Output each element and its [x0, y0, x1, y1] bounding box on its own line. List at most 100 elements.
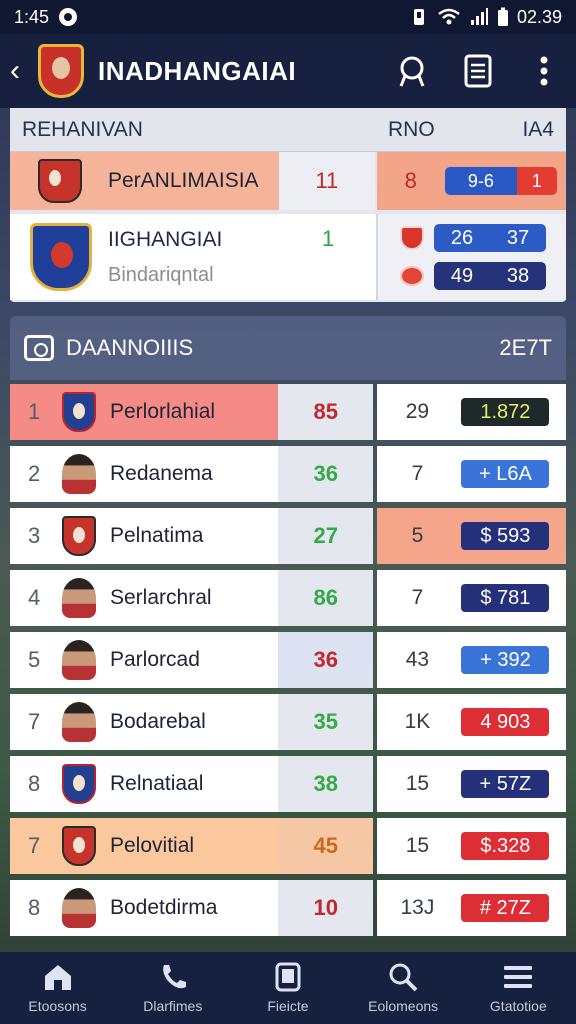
column-header-ia4: IA4 — [522, 117, 554, 141]
player-name: Perlorlahial — [110, 400, 216, 423]
stat-value: 7 — [411, 586, 424, 609]
table-row[interactable]: IIGHANGIAI Bindariqntal 1 26 37 49 38 — [10, 214, 566, 300]
column-header-team: REHANIVAN — [22, 117, 143, 141]
nav-label: Etoosons — [28, 998, 87, 1014]
app-header: ‹ INADHANGAIAI — [0, 34, 576, 108]
player-cell: 8 Relnatiaal — [10, 756, 279, 812]
table-row[interactable]: 3 Pelnatima 27 5 $ 593 — [10, 508, 566, 564]
team-crest-icon — [62, 826, 96, 866]
player-avatar — [62, 702, 96, 742]
stat-value: 1K — [404, 710, 431, 733]
nav-label: Dlarfimes — [143, 998, 203, 1014]
points-cell: 38 — [278, 756, 374, 812]
stat-cell: 8 9-6 1 — [376, 152, 566, 210]
team-crest-icon — [62, 764, 96, 804]
stat-value: 13J — [400, 896, 435, 919]
player-cell: 2 Redanema — [10, 446, 279, 502]
table-row[interactable]: 7 Pelovitial 45 15 $.328 — [10, 818, 566, 874]
team-cell: PerANLIMAISIA — [10, 152, 280, 210]
search-icon — [389, 963, 418, 992]
score-pill-left: 9-6 — [444, 167, 517, 195]
rank-number: 8 — [28, 771, 41, 796]
player-name: Bodarebal — [110, 710, 206, 733]
score-pill: 26 37 — [434, 224, 546, 252]
document-button[interactable] — [456, 49, 500, 93]
stat-cell: 15 + 57Z — [377, 756, 566, 812]
table-row[interactable]: 8 Relnatiaal 38 15 + 57Z — [10, 756, 566, 812]
rank-number: 2 — [28, 461, 41, 486]
bottom-nav: Etoosons Dlarfimes Fieicte Eolomeons Gta… — [0, 952, 576, 1024]
mini-crest-icon — [400, 226, 424, 250]
table-row[interactable]: 1 Perlorlahial 85 29 1.872 — [10, 384, 566, 440]
player-name: Redanema — [110, 462, 213, 485]
points-cell: 27 — [278, 508, 374, 564]
stat-cell: 43 + 392 — [377, 632, 566, 688]
player-cell: 5 Parlorcad — [10, 632, 279, 688]
stat-value: 8 — [404, 168, 417, 193]
nav-item-device[interactable]: Fieicte — [238, 962, 338, 1014]
points-cell: 36 — [278, 632, 374, 688]
tablet-icon — [275, 962, 301, 992]
player-avatar — [62, 454, 96, 494]
rank-number: 7 — [28, 709, 41, 734]
leaders-right-label: 2E7T — [499, 335, 552, 360]
value-tag: 1.872 — [461, 398, 550, 426]
table-row[interactable]: 7 Bodarebal 35 1K 4 903 — [10, 694, 566, 750]
score-row: 26 37 — [400, 224, 566, 252]
table-row[interactable]: 2 Redanema 36 7 + L6A — [10, 446, 566, 502]
status-bar: 1:45 02.39 — [0, 0, 576, 34]
player-cell: 7 Bodarebal — [10, 694, 279, 750]
status-clock-right: 02.39 — [516, 6, 562, 27]
value-tag: $ 593 — [461, 522, 550, 550]
nav-item-menu[interactable]: Gtatotioe — [468, 962, 568, 1014]
stat-cell: 1K 4 903 — [377, 694, 566, 750]
score-b: 37 — [506, 226, 530, 249]
stat-cell: 7 + L6A — [377, 446, 566, 502]
table-row[interactable]: 4 Serlarchral 86 7 $ 781 — [10, 570, 566, 626]
award-button[interactable] — [390, 49, 434, 93]
leaders-header: DAANNOIIIS 2E7T — [10, 316, 566, 380]
player-cell: 1 Perlorlahial — [10, 384, 279, 440]
score-b: 38 — [506, 264, 530, 287]
score-cell: 26 37 49 38 — [376, 214, 566, 300]
value-tag: + L6A — [461, 460, 550, 488]
team-crest-icon — [38, 159, 82, 203]
points-cell: 85 — [278, 384, 374, 440]
table-row[interactable]: 5 Parlorcad 36 43 + 392 — [10, 632, 566, 688]
player-name: Pelnatima — [110, 524, 204, 547]
stat-cell: 13J # 27Z — [377, 880, 566, 936]
team-number: 1 — [322, 226, 335, 251]
more-button[interactable] — [522, 49, 566, 93]
score-pill: 49 38 — [434, 262, 546, 290]
team-subtitle: Bindariqntal — [108, 263, 214, 286]
value-tag: $.328 — [461, 832, 550, 860]
battery-icon — [497, 7, 508, 26]
player-cell: 4 Serlarchral — [10, 570, 279, 626]
stat-value: 29 — [405, 400, 430, 423]
team-name: PerANLIMAISIA — [108, 169, 259, 192]
stat-value: 43 — [405, 648, 430, 671]
nav-item-calls[interactable]: Dlarfimes — [123, 962, 223, 1014]
team-name: IIGHANGIAI — [108, 227, 223, 251]
score-pill: 9-6 1 — [444, 167, 557, 195]
wifi-icon — [438, 8, 460, 25]
nav-item-search[interactable]: Eolomeons — [353, 962, 453, 1014]
stat-value: 15 — [405, 834, 430, 857]
stat-cell: 15 $.328 — [377, 818, 566, 874]
team-crest-icon — [62, 392, 96, 432]
table-row[interactable]: 8 Bodetdirma 10 13J # 27Z — [10, 880, 566, 936]
back-arrow-icon[interactable]: ‹ — [10, 56, 32, 86]
nav-label: Gtatotioe — [489, 998, 547, 1014]
phone-icon — [162, 965, 186, 989]
rank-number: 1 — [28, 399, 41, 424]
table-row[interactable]: PerANLIMAISIA 11 8 9-6 1 — [10, 152, 566, 210]
camera-icon[interactable] — [24, 335, 54, 361]
nav-item-home[interactable]: Etoosons — [8, 962, 108, 1014]
nav-label: Fieicte — [267, 998, 309, 1014]
score-pill-right: 1 — [516, 167, 557, 195]
home-icon — [44, 965, 71, 990]
team-cell: IIGHANGIAI Bindariqntal 1 — [10, 214, 376, 300]
document-icon — [464, 54, 492, 88]
rank-number: 7 — [28, 833, 41, 858]
value-tag: # 27Z — [461, 894, 550, 922]
